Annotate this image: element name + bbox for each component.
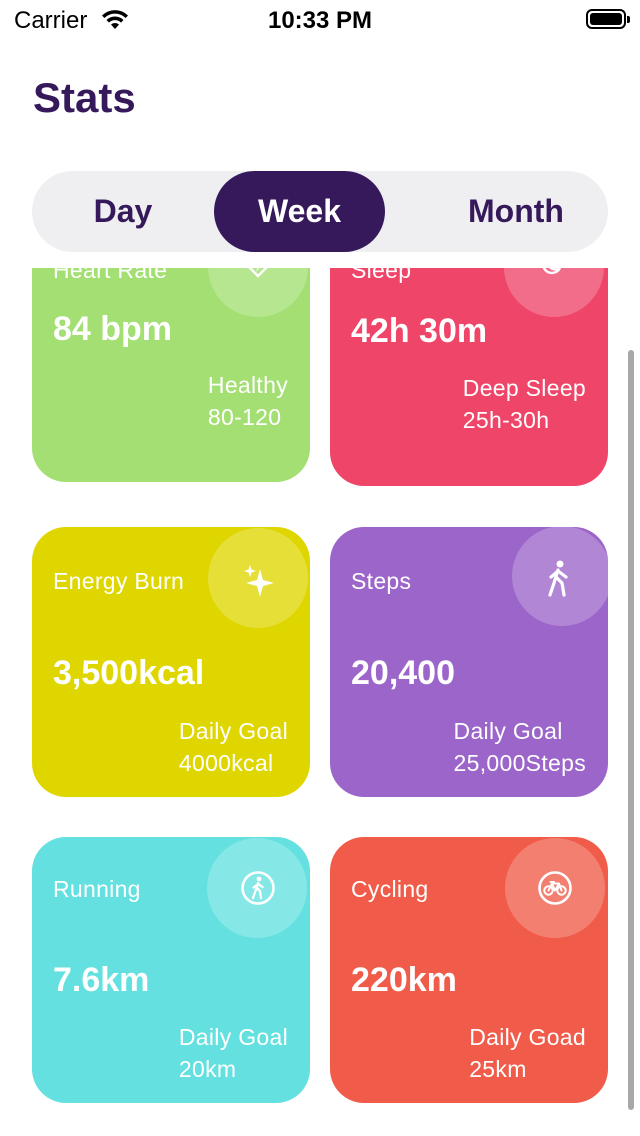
card-value: 42h 30m (351, 312, 488, 350)
steps-card[interactable]: Steps 20,400 Daily Goal 25,000Steps (330, 527, 608, 797)
card-sub: Deep Sleep 25h-30h (463, 372, 586, 436)
card-sub-range: 80-120 (207, 404, 282, 430)
card-sub-range: 25h-30h (462, 407, 550, 433)
card-label: Steps (351, 568, 412, 594)
status-time: 10:33 PM (267, 7, 373, 34)
card-sub-title: Daily Goal (178, 1024, 288, 1050)
sparkles-icon (240, 561, 280, 606)
card-sub: Healthy 80-120 (208, 369, 288, 433)
running-card[interactable]: Running 7.6km Daily Goal 20km (32, 837, 310, 1103)
card-sub-range: 25km (469, 1056, 527, 1082)
card-label: Sleep (351, 268, 412, 283)
card-label: Cycling (351, 876, 429, 902)
card-value: 84 bpm (53, 310, 173, 348)
card-value: 20,400 (351, 654, 455, 692)
card-sub-range: 25,000Steps (453, 750, 586, 776)
card-value: 3,500kcal (53, 654, 205, 692)
energy-burn-card[interactable]: Energy Burn 3,500kcal Daily Goal 4000kca… (32, 527, 310, 797)
running-icon (240, 870, 276, 911)
card-sub-title: Daily Goal (453, 718, 563, 744)
card-sub-title: Deep Sleep (462, 375, 586, 401)
moon-icon (538, 268, 570, 285)
card-label: Heart Rate (53, 268, 168, 283)
segment-week[interactable]: Week (214, 171, 385, 252)
status-bar: Carrier 10:33 PM (0, 0, 640, 40)
card-label: Energy Burn (53, 568, 185, 594)
card-sub-title: Daily Goal (178, 718, 288, 744)
card-sub-range: 4000kcal (178, 750, 274, 776)
card-sub: Daily Goal 20km (179, 1021, 288, 1085)
card-sub: Daily Goal 4000kcal (179, 715, 288, 779)
battery-icon (586, 9, 630, 29)
vertical-scrollbar[interactable] (628, 350, 634, 1110)
card-value: 220km (351, 961, 457, 999)
card-value: 7.6km (53, 961, 150, 999)
stats-card-grid[interactable]: Heart Rate 84 bpm Healthy 80-120 Sleep 4… (0, 268, 640, 1136)
cycling-card[interactable]: Cycling 220km Daily Goad 25km (330, 837, 608, 1103)
page-title: Stats (33, 74, 136, 121)
sleep-card[interactable]: Sleep 42h 30m Deep Sleep 25h-30h (330, 268, 608, 486)
period-segmented-control: Day Week Month (32, 171, 608, 252)
card-sub-title: Daily Goad (469, 1024, 586, 1050)
walking-icon (542, 559, 576, 604)
bicycle-icon (537, 870, 573, 911)
heart-rate-card[interactable]: Heart Rate 84 bpm Healthy 80-120 (32, 268, 310, 482)
segment-day[interactable]: Day (52, 171, 194, 252)
heart-bolt-icon (242, 268, 274, 285)
card-sub-range: 20km (178, 1056, 237, 1082)
card-sub: Daily Goal 25,000Steps (454, 715, 586, 779)
segment-month[interactable]: Month (432, 171, 600, 252)
card-sub-title: Healthy (207, 372, 288, 398)
card-sub: Daily Goad 25km (469, 1021, 586, 1085)
card-label: Running (53, 876, 141, 902)
